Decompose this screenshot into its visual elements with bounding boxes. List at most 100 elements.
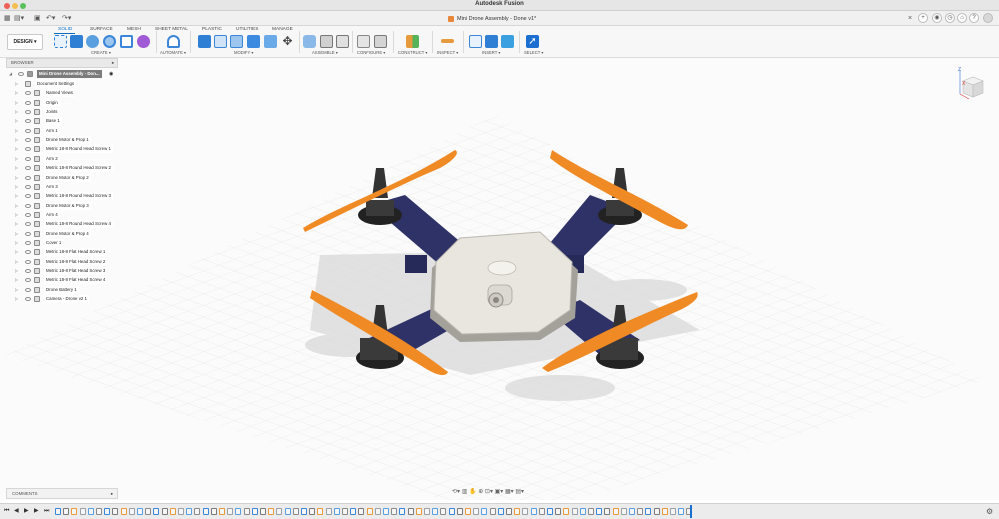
automate-menu[interactable]: AUTOMATE ▾	[160, 50, 186, 55]
workspace-switcher-button[interactable]: DESIGN ▾	[7, 34, 43, 50]
visibility-eye-icon[interactable]	[25, 231, 31, 236]
assemble-menu[interactable]: ASSEMBLE ▾	[312, 50, 338, 55]
timeline-feature-icon[interactable]	[325, 508, 332, 515]
create-menu[interactable]: CREATE ▾	[91, 50, 111, 55]
help-icon[interactable]: ?	[969, 13, 979, 23]
visibility-eye-icon[interactable]	[25, 222, 31, 227]
timeline-feature-icon[interactable]	[522, 508, 529, 515]
view-cube[interactable]: Z X	[957, 67, 985, 101]
browser-item[interactable]: ▷ Drone Motor & Prop 1	[6, 136, 118, 145]
timeline-feature-icon[interactable]	[366, 508, 373, 515]
timeline-feature-icon[interactable]	[678, 508, 685, 515]
timeline-feature-icon[interactable]	[202, 508, 209, 515]
visibility-eye-icon[interactable]	[25, 166, 31, 171]
select-menu[interactable]: SELECT ▾	[524, 50, 543, 55]
timeline-feature-icon[interactable]	[169, 508, 176, 515]
fillet-icon[interactable]	[214, 35, 227, 48]
timeline-feature-icon[interactable]	[391, 508, 398, 515]
insert-mesh-icon[interactable]	[485, 35, 498, 48]
timeline-feature-icon[interactable]	[604, 508, 611, 515]
offset-plane-icon[interactable]	[406, 35, 419, 48]
browser-pin-icon[interactable]: ●	[111, 59, 114, 67]
configure-table-icon[interactable]	[357, 35, 370, 48]
expand-triangle-icon[interactable]: ▷	[15, 248, 18, 256]
visibility-eye-icon[interactable]	[25, 297, 31, 302]
timeline-feature-icon[interactable]	[55, 508, 61, 515]
timeline-feature-icon[interactable]	[579, 508, 586, 515]
timeline-feature-icon[interactable]	[473, 508, 480, 515]
close-tab-icon[interactable]: ×	[908, 14, 912, 23]
visibility-eye-icon[interactable]	[25, 91, 31, 96]
timeline-feature-icon[interactable]	[63, 508, 70, 515]
viewport-settings-icon[interactable]: ▤▾	[515, 489, 524, 495]
browser-item[interactable]: ▷ Cover 1	[6, 238, 118, 247]
expand-triangle-icon[interactable]: ▷	[15, 202, 18, 210]
tab-manage[interactable]: MANAGE	[272, 27, 293, 32]
timeline-feature-icon[interactable]	[571, 508, 578, 515]
visibility-eye-icon[interactable]	[25, 128, 31, 133]
timeline-feature-icon[interactable]	[186, 508, 193, 515]
press-pull-icon[interactable]	[198, 35, 211, 48]
visibility-eye-icon[interactable]	[25, 250, 31, 255]
timeline-feature-icon[interactable]	[653, 508, 660, 515]
timeline-feature-icon[interactable]	[506, 508, 512, 515]
hole-icon[interactable]	[103, 35, 116, 48]
notifications-icon[interactable]: ⌂	[957, 13, 967, 23]
insert-menu[interactable]: INSERT ▾	[482, 50, 500, 55]
move-copy-icon[interactable]: ✥	[281, 35, 294, 48]
timeline-feature-icon[interactable]	[112, 508, 119, 515]
tab-utilities[interactable]: UTILITIES	[236, 27, 258, 32]
chamfer-icon[interactable]	[230, 35, 243, 48]
visibility-eye-icon[interactable]	[25, 184, 31, 189]
browser-item[interactable]: ▷ Drone Motor & Prop 4	[6, 229, 118, 238]
extrude-icon[interactable]	[70, 35, 83, 48]
browser-item[interactable]: ▷ Metric 18-8 Round Head Screw 1	[6, 145, 118, 154]
browser-item[interactable]: ▷ Joints	[6, 108, 118, 117]
timeline-feature-icon[interactable]	[596, 508, 603, 515]
expand-triangle-icon[interactable]: ▷	[15, 117, 18, 125]
expand-triangle-icon[interactable]: ▷	[15, 174, 18, 182]
expand-triangle-icon[interactable]: ▷	[15, 267, 18, 275]
go-to-start-icon[interactable]: ⏮	[4, 508, 9, 515]
file-menu-icon[interactable]: ▤▾	[14, 14, 24, 23]
browser-item[interactable]: ▷ Drone Battery 1	[6, 285, 118, 294]
timeline-feature-icon[interactable]	[276, 508, 283, 515]
visibility-eye-icon[interactable]	[25, 119, 31, 124]
visibility-eye-icon[interactable]	[25, 138, 31, 143]
browser-item[interactable]: ▷ Document Settings	[6, 80, 118, 88]
browser-item[interactable]: ▷ Drone Motor & Prop 3	[6, 201, 118, 210]
timeline-feature-icon[interactable]	[161, 508, 168, 515]
timeline-feature-icon[interactable]	[71, 508, 78, 515]
timeline-feature-icon[interactable]	[210, 508, 217, 515]
timeline-feature-icon[interactable]	[448, 508, 455, 515]
visibility-eye-icon[interactable]	[25, 287, 31, 292]
timeline-feature-icon[interactable]	[588, 508, 594, 515]
new-tab-icon[interactable]: +	[918, 13, 928, 23]
redo-icon[interactable]: ↷▾	[62, 14, 71, 23]
expand-triangle-icon[interactable]: ▷	[15, 127, 18, 135]
timeline-feature-icon[interactable]	[497, 508, 504, 515]
select-cursor-icon[interactable]: ➚	[526, 35, 539, 48]
timeline-feature-icon[interactable]	[465, 508, 471, 515]
user-avatar[interactable]	[983, 13, 993, 23]
expand-triangle-icon[interactable]: ▷	[15, 136, 18, 144]
browser-item[interactable]: ▷ Arm 3	[6, 182, 118, 191]
timeline-feature-icon[interactable]	[194, 508, 201, 515]
browser-item[interactable]: ▷ Metric 18-8 Flat Head Screw 3	[6, 267, 118, 275]
browser-item[interactable]: ▷ Arm 4	[6, 210, 118, 219]
timeline-feature-icon[interactable]	[547, 508, 553, 515]
save-icon[interactable]: ▣	[34, 14, 41, 23]
timeline-feature-icon[interactable]	[284, 508, 291, 515]
expand-triangle-icon[interactable]: ▷	[15, 192, 18, 200]
timeline-feature-icon[interactable]	[620, 508, 627, 515]
browser-item[interactable]: ▷ Metric 18-8 Round Head Screw 3	[6, 192, 118, 201]
timeline-feature-icon[interactable]	[227, 508, 234, 515]
timeline-feature-icon[interactable]	[645, 508, 652, 515]
timeline-feature-icon[interactable]	[292, 508, 299, 515]
pan-icon[interactable]: ✋	[469, 489, 476, 495]
timeline-track[interactable]	[55, 507, 695, 517]
browser-item[interactable]: ▷ Metric 18-8 Flat Head Screw 2	[6, 257, 118, 266]
expand-triangle-icon[interactable]: ▷	[15, 276, 18, 284]
timeline-settings-gear-icon[interactable]: ⚙	[986, 507, 993, 516]
go-to-end-icon[interactable]: ⏭	[44, 508, 49, 515]
